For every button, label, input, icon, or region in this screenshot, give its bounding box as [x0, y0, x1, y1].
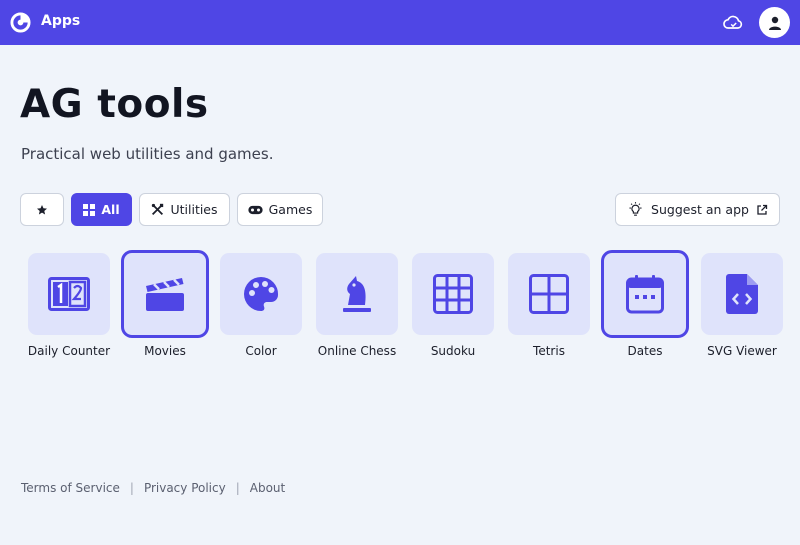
gamepad-icon	[248, 205, 263, 214]
app-tile[interactable]	[412, 253, 494, 335]
app-label[interactable]: Color	[213, 344, 309, 358]
app-color[interactable]: Color	[213, 253, 309, 358]
user-avatar-button[interactable]	[759, 7, 790, 38]
tetris-grid-icon	[529, 274, 569, 314]
footer-separator: |	[129, 481, 134, 495]
app-tile[interactable]	[601, 250, 689, 338]
footer-separator: |	[235, 481, 240, 495]
filter-games-label: Games	[268, 202, 313, 217]
app-label[interactable]: Tetris	[501, 344, 597, 358]
app-daily-counter[interactable]: Daily Counter	[21, 253, 117, 358]
app-tetris[interactable]: Tetris	[501, 253, 597, 358]
filter-games-button[interactable]: Games	[237, 193, 323, 226]
counter-icon	[48, 277, 90, 311]
app-tile[interactable]	[28, 253, 110, 335]
pie-logo-icon[interactable]	[10, 12, 31, 33]
app-label[interactable]: Dates	[597, 344, 693, 358]
sudoku-grid-icon	[433, 274, 473, 314]
chess-knight-icon	[343, 276, 371, 312]
app-label[interactable]: Daily Counter	[21, 344, 117, 358]
svg-file-icon	[726, 274, 758, 314]
app-dates[interactable]: Dates	[597, 250, 693, 358]
app-tile[interactable]	[701, 253, 783, 335]
user-icon	[768, 16, 781, 30]
app-sudoku[interactable]: Sudoku	[405, 253, 501, 358]
filter-utilities-button[interactable]: Utilities	[139, 193, 230, 226]
top-bar: Apps	[0, 0, 800, 45]
lightbulb-icon	[629, 202, 642, 216]
page-subtitle: Practical web utilities and games.	[21, 145, 274, 163]
footer: Terms of Service | Privacy Policy | Abou…	[21, 481, 285, 495]
suggest-app-label: Suggest an app	[651, 202, 749, 217]
filter-all-label: All	[101, 202, 120, 217]
palette-icon	[244, 276, 279, 311]
grid-icon	[83, 203, 96, 216]
terms-of-service-link[interactable]: Terms of Service	[21, 481, 120, 495]
app-svg-viewer[interactable]: SVG Viewer	[694, 253, 790, 358]
clapperboard-icon	[146, 278, 184, 311]
app-tile[interactable]	[121, 250, 209, 338]
cloud-sync-icon[interactable]	[722, 13, 744, 33]
star-icon	[37, 204, 47, 214]
suggest-app-button[interactable]: Suggest an app	[615, 193, 780, 226]
app-label[interactable]: Online Chess	[309, 344, 405, 358]
calendar-icon	[626, 275, 664, 314]
app-tile[interactable]	[220, 253, 302, 335]
app-title[interactable]: Apps	[41, 13, 80, 29]
tools-icon	[152, 203, 164, 216]
filter-favorites-button[interactable]	[20, 193, 64, 226]
app-tile[interactable]	[508, 253, 590, 335]
external-link-icon	[757, 204, 768, 215]
page-title: AG tools	[20, 82, 209, 127]
filter-all-button[interactable]: All	[71, 193, 132, 226]
app-online-chess[interactable]: Online Chess	[309, 253, 405, 358]
app-label[interactable]: Movies	[117, 344, 213, 358]
app-label[interactable]: SVG Viewer	[694, 344, 790, 358]
about-link[interactable]: About	[250, 481, 285, 495]
app-label[interactable]: Sudoku	[405, 344, 501, 358]
privacy-policy-link[interactable]: Privacy Policy	[144, 481, 226, 495]
app-movies[interactable]: Movies	[117, 250, 213, 358]
app-tile[interactable]	[316, 253, 398, 335]
filter-utilities-label: Utilities	[170, 202, 218, 217]
